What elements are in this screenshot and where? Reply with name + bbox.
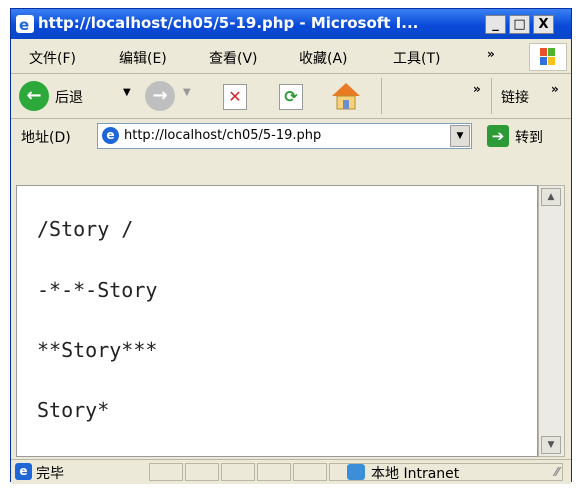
toolbar-overflow-chevron[interactable]: » <box>473 82 481 96</box>
status-bar: e 完毕 本地 Intranet ⁄⁄ <box>11 459 571 484</box>
back-dropdown-arrow[interactable]: ▼ <box>123 87 131 98</box>
home-icon[interactable] <box>329 81 363 111</box>
browser-window: e http://localhost/ch05/5-19.php - Micro… <box>10 8 572 484</box>
status-segment <box>221 463 255 481</box>
status-segment <box>293 463 327 481</box>
menu-edit[interactable]: 编辑(E) <box>119 48 167 68</box>
address-field[interactable]: e http://localhost/ch05/5-19.php ▼ <box>97 123 472 149</box>
status-segment <box>149 463 183 481</box>
menu-overflow-chevron[interactable]: » <box>487 47 495 61</box>
address-bar: 地址(D) e http://localhost/ch05/5-19.php ▼… <box>11 119 571 153</box>
menu-view[interactable]: 查看(V) <box>209 48 258 68</box>
intranet-globe-icon <box>347 464 365 480</box>
links-label[interactable]: 链接 <box>501 87 529 107</box>
maximize-button[interactable]: □ <box>509 15 530 34</box>
refresh-icon[interactable]: ⟳ <box>279 84 303 110</box>
standard-toolbar: ← 后退 ▼ → ▼ ✕ ⟳ » 链接 » <box>11 74 571 119</box>
menu-tools[interactable]: 工具(T) <box>393 48 440 68</box>
scroll-down-button[interactable]: ▼ <box>541 436 561 454</box>
close-button[interactable]: X <box>533 15 554 34</box>
page-status-icon: e <box>15 463 32 480</box>
go-arrow-icon[interactable]: ➔ <box>487 125 509 147</box>
window-title: http://localhost/ch05/5-19.php - Microso… <box>38 14 419 32</box>
title-bar[interactable]: e http://localhost/ch05/5-19.php - Micro… <box>11 9 571 39</box>
forward-dropdown-arrow[interactable]: ▼ <box>183 87 191 98</box>
menu-bar: 文件(F) 编辑(E) 查看(V) 收藏(A) 工具(T) » <box>11 39 571 74</box>
page-content: /Story / -*-*-Story **Story*** Story* <box>16 185 538 457</box>
links-overflow-chevron[interactable]: » <box>551 82 559 96</box>
forward-arrow-icon[interactable]: → <box>145 81 175 111</box>
go-button-label[interactable]: 转到 <box>515 127 543 147</box>
output-line-1: /Story / <box>37 217 134 241</box>
address-dropdown-button[interactable]: ▼ <box>450 125 470 147</box>
back-arrow-icon[interactable]: ← <box>19 81 49 111</box>
address-label: 地址(D) <box>21 130 71 146</box>
address-url: http://localhost/ch05/5-19.php <box>124 128 322 143</box>
windows-flag-icon <box>529 43 567 71</box>
zone-label: 本地 Intranet <box>371 466 460 482</box>
stop-icon[interactable]: ✕ <box>223 84 247 110</box>
ie-logo-icon: e <box>16 15 34 34</box>
back-button-label[interactable]: 后退 <box>55 87 83 107</box>
menu-favorites[interactable]: 收藏(A) <box>299 48 348 68</box>
output-line-4: Story* <box>37 398 110 422</box>
status-segment <box>185 463 219 481</box>
status-text: 完毕 <box>36 466 64 482</box>
vertical-scrollbar[interactable]: ▲ ▼ <box>538 185 565 457</box>
resize-grip-icon[interactable]: ⁄⁄ <box>555 465 559 479</box>
links-separator <box>491 78 492 114</box>
output-line-3: **Story*** <box>37 338 158 362</box>
toolbar-separator <box>381 78 382 114</box>
output-line-2: -*-*-Story <box>37 278 158 302</box>
status-segment <box>257 463 291 481</box>
minimize-button[interactable]: _ <box>485 15 506 34</box>
scroll-up-button[interactable]: ▲ <box>541 188 561 206</box>
menu-file[interactable]: 文件(F) <box>29 48 76 68</box>
page-icon: e <box>102 127 119 144</box>
